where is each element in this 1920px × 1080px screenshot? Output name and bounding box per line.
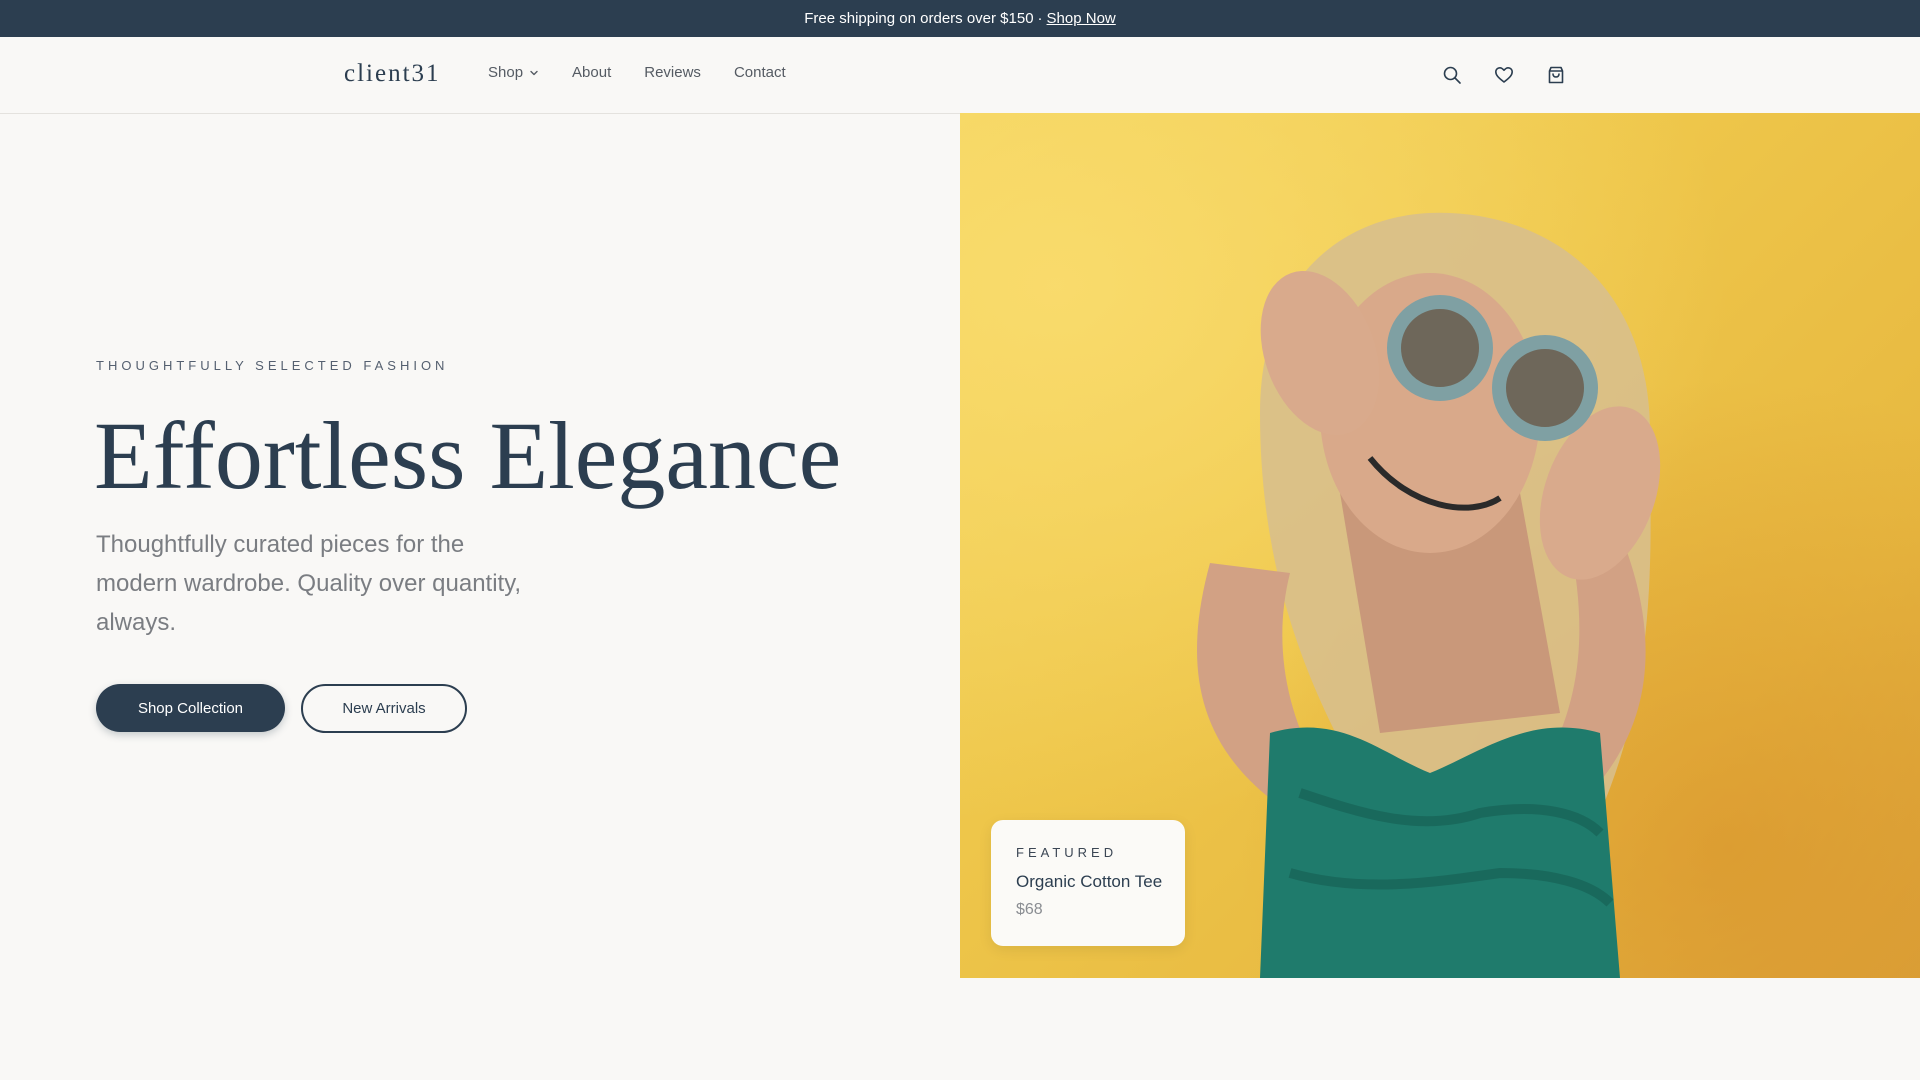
- hero-subhead: Thoughtfully curated pieces for the mode…: [96, 531, 522, 636]
- nav-item-shop[interactable]: Shop: [488, 64, 539, 81]
- announcement-text: Free shipping on orders over $150: [804, 10, 1034, 27]
- main-nav: Shop About Reviews Contact: [488, 64, 819, 81]
- featured-product-price: $68: [1016, 901, 1043, 918]
- shop-now-link[interactable]: Shop Now: [1047, 10, 1116, 27]
- search-button[interactable]: [1440, 63, 1464, 87]
- site-header: client31 Shop About Reviews Contact: [0, 37, 1920, 114]
- hero-headline: Effortless Elegance: [94, 402, 842, 509]
- announcement-separator: ·: [1037, 10, 1043, 27]
- nav-item-about[interactable]: About: [572, 64, 611, 81]
- shop-collection-button[interactable]: Shop Collection: [96, 684, 285, 732]
- nav-item-contact[interactable]: Contact: [734, 64, 786, 81]
- hero-eyebrow: THOUGHTFULLY SELECTED FASHION: [96, 358, 449, 373]
- nav-item-reviews[interactable]: Reviews: [644, 64, 701, 81]
- header-icons: [1440, 63, 1596, 87]
- shopping-bag-icon: [1548, 66, 1564, 84]
- search-icon: [1443, 66, 1461, 84]
- logo[interactable]: client31: [344, 60, 441, 88]
- hero-content: THOUGHTFULLY SELECTED FASHION Effortless…: [94, 113, 936, 978]
- announcement-bar: Free shipping on orders over $150 · Shop…: [0, 0, 1920, 37]
- chevron-down-icon: [530, 70, 538, 75]
- heart-icon: [1495, 67, 1513, 83]
- wishlist-button[interactable]: [1492, 63, 1516, 87]
- new-arrivals-button[interactable]: New Arrivals: [301, 684, 467, 733]
- featured-product-card[interactable]: FEATURED Organic Cotton Tee $68: [991, 820, 1185, 946]
- featured-product-name: Organic Cotton Tee: [1016, 872, 1163, 891]
- featured-label: FEATURED: [1016, 845, 1118, 860]
- nav-item-label: Shop: [488, 64, 524, 81]
- cart-button[interactable]: [1544, 63, 1568, 87]
